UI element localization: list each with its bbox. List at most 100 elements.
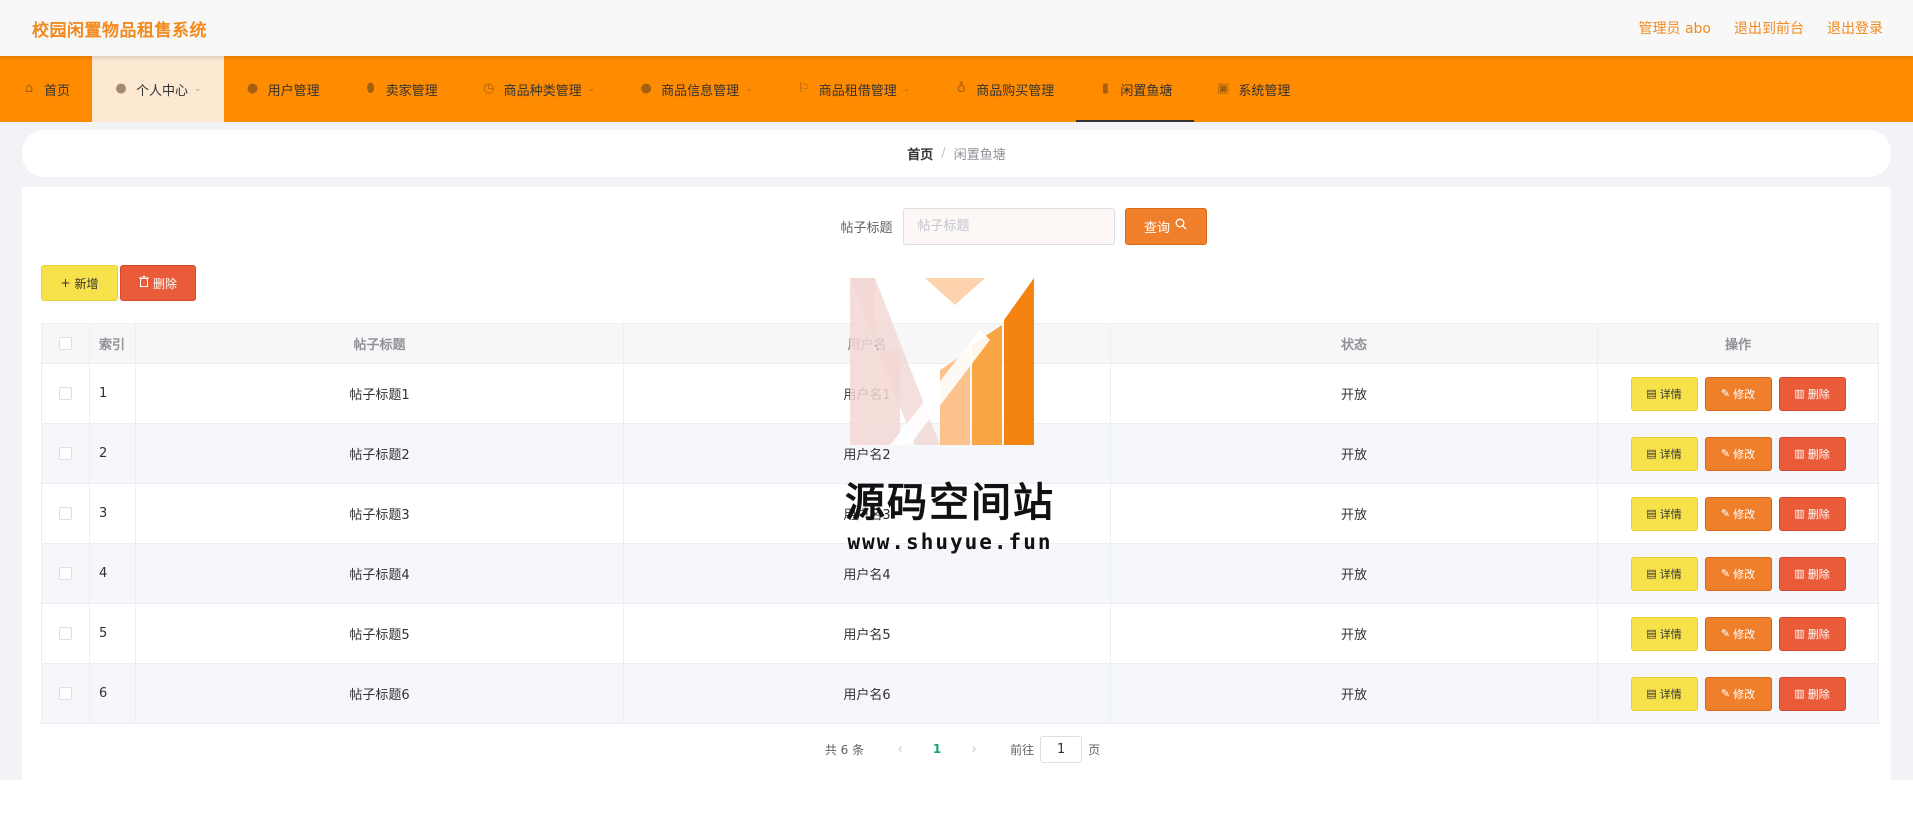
edit-button[interactable]: ✎ 修改 [1704, 436, 1772, 471]
edit-button[interactable]: ✎ 修改 [1704, 496, 1772, 531]
chevron-down-icon: ⌄ [194, 84, 202, 94]
row-checkbox[interactable] [59, 447, 72, 460]
chevron-down-icon: ⌄ [745, 84, 753, 94]
delete-button[interactable]: ▥ 删除 [1778, 376, 1846, 411]
pagination: 共 6 条 ‹ 1 › 前往 页 [22, 735, 1891, 763]
prev-page-button[interactable]: ‹ [882, 742, 918, 757]
document-icon: ▤ [1646, 387, 1657, 400]
breadcrumb-home[interactable]: 首页 [907, 144, 933, 163]
nav-item-label: 卖家管理 [385, 83, 438, 99]
next-page-button[interactable]: › [956, 742, 992, 757]
row-checkbox[interactable] [59, 627, 72, 640]
select-all-checkbox[interactable] [59, 337, 72, 350]
nav-item-personal-center[interactable]: ● 个人中心 ⌄ [92, 56, 224, 122]
nav-item-rental-management[interactable]: ⚐ 商品租借管理 ⌄ [775, 56, 933, 122]
detail-button[interactable]: ▤ 详情 [1630, 436, 1698, 471]
nav-item-label: 商品信息管理 [661, 83, 740, 99]
bulk-delete-button[interactable]: 删除 [120, 265, 196, 301]
document-icon: ▤ [1646, 447, 1657, 460]
nav-item-label: 系统管理 [1238, 83, 1291, 99]
nav-item-user-management[interactable]: ● 用户管理 [224, 56, 342, 122]
select-all-cell [41, 323, 90, 364]
document-icon: ▤ [1646, 627, 1657, 640]
edit-button[interactable]: ✎ 修改 [1704, 616, 1772, 651]
trash-icon: ▥ [1794, 627, 1805, 640]
nav-item-label: 商品租借管理 [818, 83, 897, 99]
chevron-down-icon: ⌄ [902, 84, 911, 94]
row-index: 1 [89, 363, 136, 424]
edit-button-label: 修改 [1733, 627, 1756, 641]
row-checkbox[interactable] [59, 567, 72, 580]
posts-table: 索引 帖子标题 用户名 状态 操作 1 帖子标题1 用户名1 开放 ▤ 详情 ✎ 修改 ▥ 删除 2… [41, 323, 1879, 724]
row-checkbox[interactable] [59, 507, 72, 520]
nav-item-idle-pond[interactable]: ▮ 闲置鱼塘 [1076, 56, 1195, 122]
detail-button[interactable]: ▤ 详情 [1630, 496, 1698, 531]
search-label: 帖子标题 [840, 220, 893, 236]
main-content: 帖子标题 查询 + 新增 删除 索引 帖子标题 用户名 状态 操作 [22, 187, 1891, 780]
trash-icon: ▥ [1794, 507, 1805, 520]
pencil-icon: ✎ [1720, 627, 1731, 640]
edit-button[interactable]: ✎ 修改 [1704, 676, 1772, 711]
detail-button[interactable]: ▤ 详情 [1630, 616, 1698, 651]
search-icon [1175, 218, 1187, 234]
nav-item-category-management[interactable]: ◷ 商品种类管理 ⌄ [460, 56, 618, 122]
top-header: 校园闲置物品租售系统 管理员 abo 退出到前台 退出登录 [0, 0, 1913, 56]
table-row: 1 帖子标题1 用户名1 开放 ▤ 详情 ✎ 修改 ▥ 删除 [41, 363, 1879, 424]
pagination-total: 共 6 条 [824, 742, 865, 757]
page-number[interactable]: 1 [918, 742, 956, 756]
row-title: 帖子标题5 [135, 603, 624, 664]
row-checkbox[interactable] [59, 687, 72, 700]
detail-button-label: 详情 [1659, 627, 1682, 641]
nav-item-seller-management[interactable]: ⬮ 卖家管理 [342, 56, 460, 122]
mic-icon: ♁ [956, 81, 967, 96]
chart-icon: ▮ [1101, 81, 1109, 96]
top-links: 管理员 abo 退出到前台 退出登录 [1639, 18, 1883, 38]
detail-button-label: 详情 [1659, 387, 1682, 401]
delete-button[interactable]: ▥ 删除 [1778, 556, 1846, 591]
nav-item-home[interactable]: ⌂ 首页 [0, 56, 92, 122]
document-icon: ▤ [1646, 507, 1657, 520]
delete-button-label: 删除 [1807, 687, 1830, 701]
header-user: 用户名 [623, 323, 1111, 364]
row-select-cell [41, 483, 90, 544]
edit-button[interactable]: ✎ 修改 [1704, 556, 1772, 591]
logout-link[interactable]: 退出登录 [1827, 18, 1883, 38]
user-icon: ● [115, 81, 127, 96]
admin-user-label[interactable]: 管理员 abo [1639, 18, 1711, 38]
nav-item-label: 商品种类管理 [503, 83, 582, 99]
user-icon: ● [640, 81, 652, 96]
delete-button[interactable]: ▥ 删除 [1778, 616, 1846, 651]
delete-button[interactable]: ▥ 删除 [1778, 676, 1846, 711]
search-input[interactable] [902, 207, 1115, 245]
goto-page-input[interactable] [1040, 735, 1083, 763]
row-user: 用户名3 [623, 483, 1111, 544]
delete-button[interactable]: ▥ 删除 [1778, 496, 1846, 531]
detail-button-label: 详情 [1659, 507, 1682, 521]
nav-item-system-management[interactable]: ▣ 系统管理 [1194, 56, 1312, 122]
detail-button[interactable]: ▤ 详情 [1630, 376, 1698, 411]
nav-item-product-info-management[interactable]: ● 商品信息管理 ⌄ [617, 56, 775, 122]
breadcrumb-current: 闲置鱼塘 [953, 148, 1006, 163]
add-button[interactable]: + 新增 [41, 265, 118, 301]
table-row: 3 帖子标题3 用户名3 开放 ▤ 详情 ✎ 修改 ▥ 删除 [41, 483, 1879, 544]
nav-item-label: 用户管理 [267, 83, 320, 99]
row-ops: ▤ 详情 ✎ 修改 ▥ 删除 [1597, 663, 1879, 724]
row-checkbox[interactable] [59, 387, 72, 400]
edit-button[interactable]: ✎ 修改 [1704, 376, 1772, 411]
detail-button[interactable]: ▤ 详情 [1630, 556, 1698, 591]
briefcase-icon: ▣ [1217, 81, 1230, 96]
document-icon: ▤ [1646, 687, 1657, 700]
trash-icon [138, 276, 149, 290]
detail-button[interactable]: ▤ 详情 [1630, 676, 1698, 711]
pencil-icon: ✎ [1720, 567, 1731, 580]
query-button[interactable]: 查询 [1124, 207, 1207, 245]
nav-item-purchase-management[interactable]: ♁ 商品购买管理 [932, 56, 1076, 122]
app-title: 校园闲置物品租售系统 [32, 20, 207, 41]
search-row: 帖子标题 查询 [22, 207, 1891, 245]
delete-button[interactable]: ▥ 删除 [1778, 436, 1846, 471]
header-ops: 操作 [1597, 323, 1879, 364]
exit-to-frontend-link[interactable]: 退出到前台 [1734, 18, 1804, 38]
delete-button-label: 删除 [1807, 447, 1830, 461]
user-icon: ● [246, 81, 259, 96]
row-select-cell [41, 543, 90, 604]
